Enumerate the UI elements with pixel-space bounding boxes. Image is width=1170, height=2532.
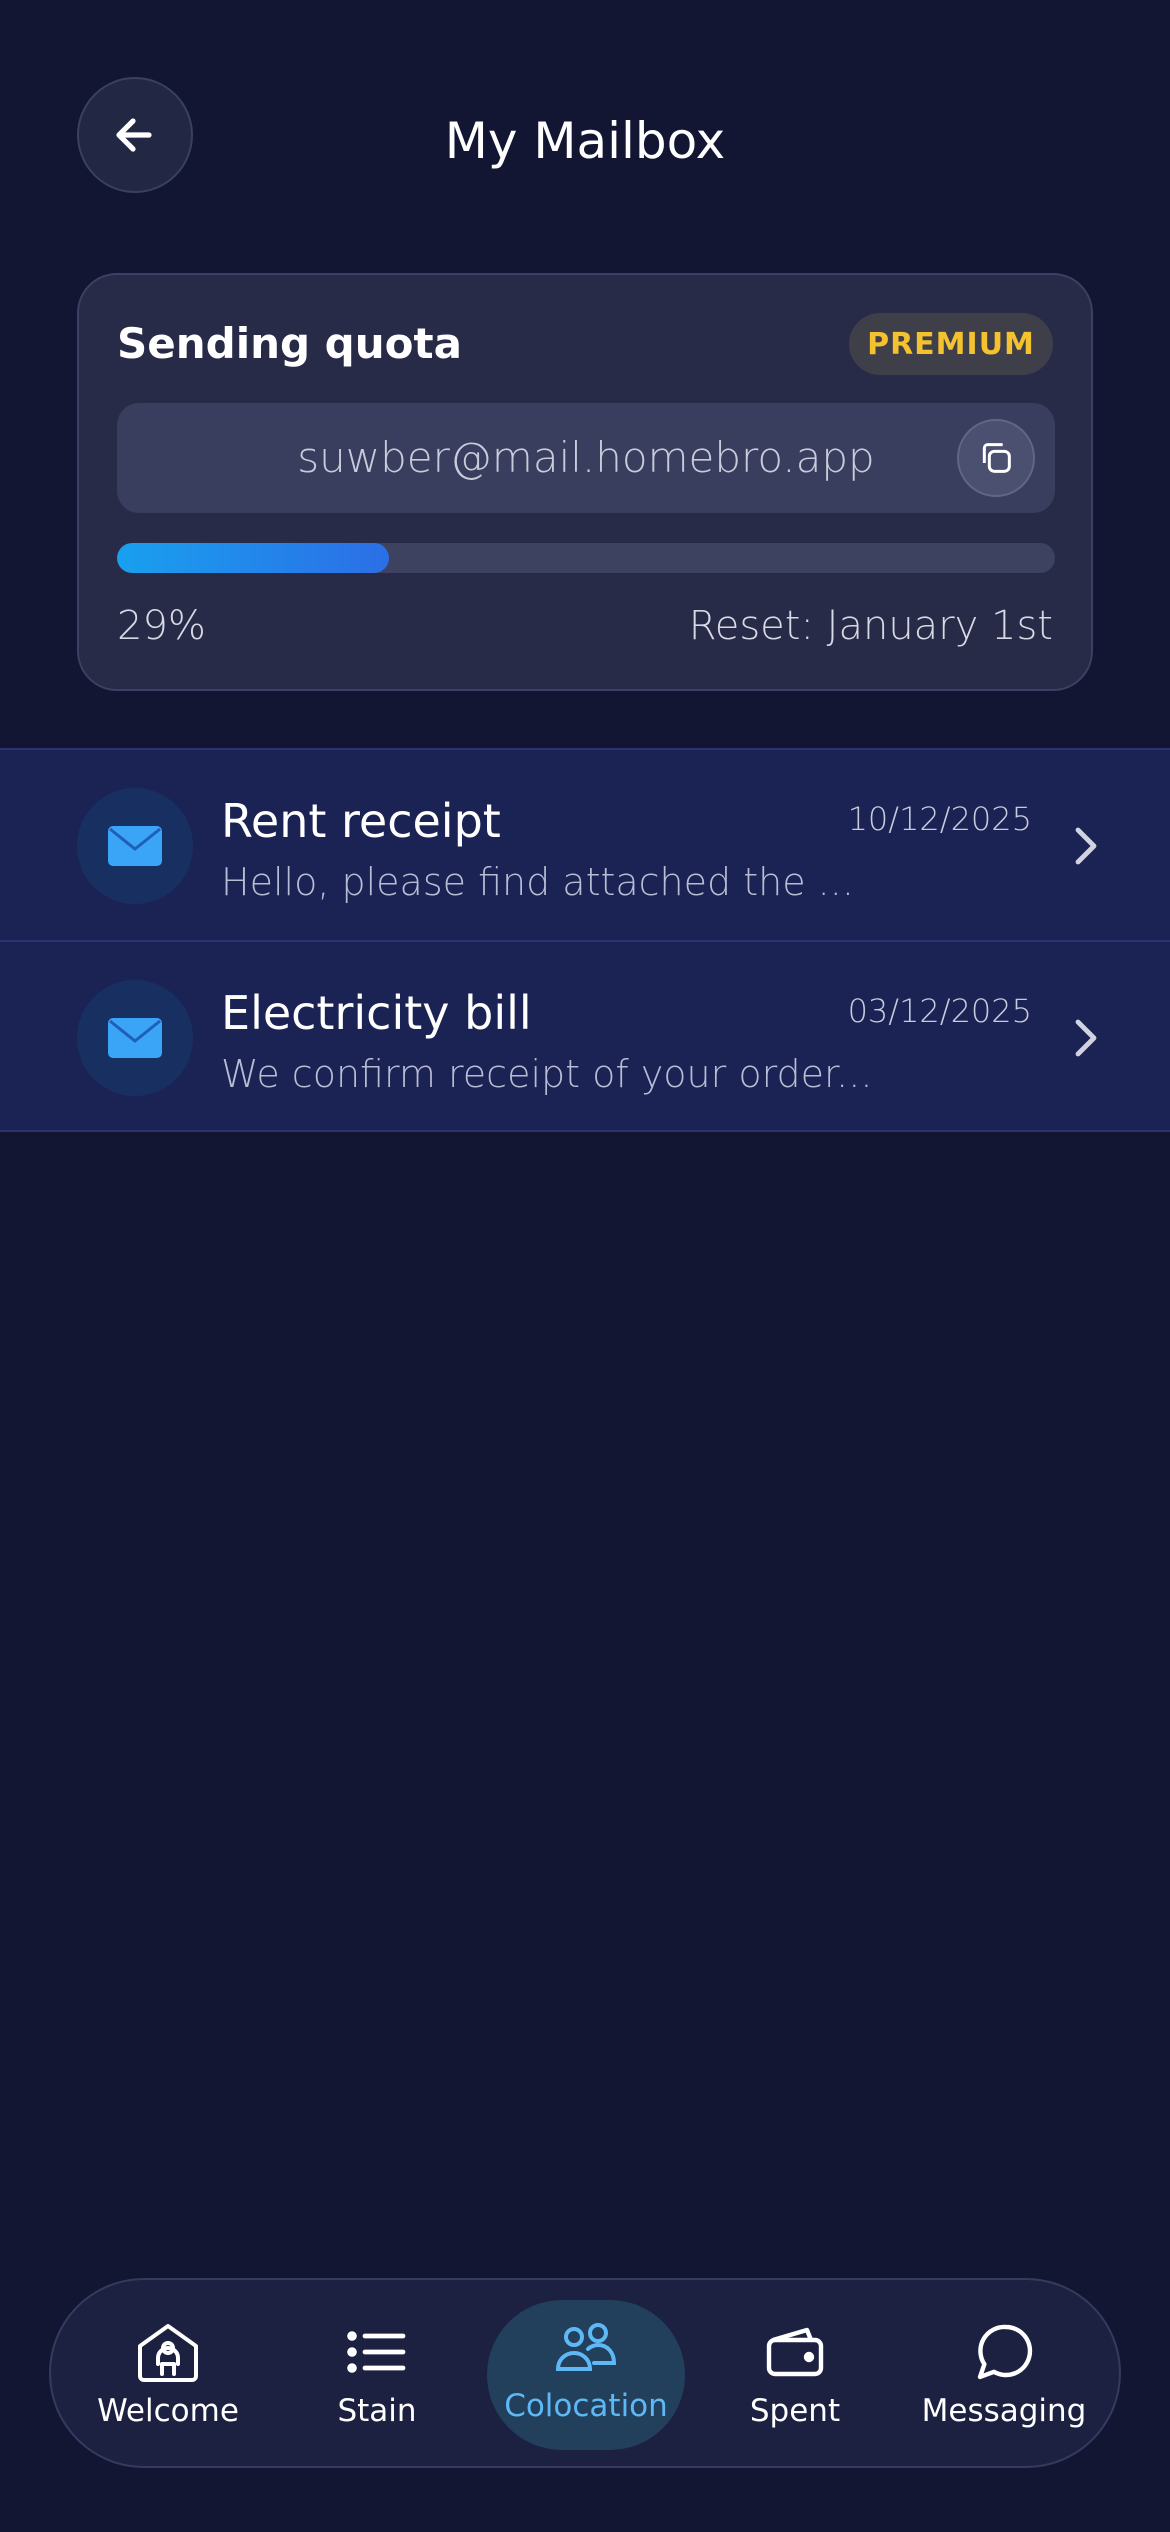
page-title: My Mailbox: [444, 112, 726, 170]
mail-avatar: [77, 788, 193, 904]
quota-title: Sending quota: [117, 319, 462, 368]
mail-list: Rent receipt Hello, please find attached…: [0, 748, 1170, 1132]
nav-item-colocation[interactable]: Colocation: [486, 2280, 686, 2466]
chevron-right-icon: [1075, 827, 1097, 865]
envelope-icon: [108, 826, 162, 866]
mail-subject: Electricity bill: [221, 986, 532, 1040]
nav-item-stain[interactable]: Stain: [277, 2280, 477, 2466]
mail-subject: Rent receipt: [221, 794, 501, 848]
email-address-box: suwber@mail.homebro.app: [117, 403, 1055, 513]
list-icon: [347, 2331, 406, 2373]
quota-reset-date: Reset: January 1st: [688, 603, 1053, 649]
house-icon: [138, 2324, 198, 2382]
chevron-right-icon: [1075, 1019, 1097, 1057]
nav-label: Spent: [749, 2393, 841, 2429]
email-address: suwber@mail.homebro.app: [297, 433, 875, 482]
header: My Mailbox: [0, 0, 1170, 220]
mail-list-item[interactable]: Electricity bill We confirm receipt of y…: [0, 940, 1170, 1132]
quota-percent: 29%: [117, 603, 206, 649]
quota-progress-bar: [117, 543, 1055, 573]
nav-item-welcome[interactable]: Welcome: [68, 2280, 268, 2466]
chat-bubble-icon: [977, 2324, 1033, 2380]
copy-icon: [982, 443, 1011, 473]
quota-card: Sending quota PREMIUM suwber@mail.homebr…: [77, 273, 1093, 691]
envelope-icon: [108, 1018, 162, 1058]
nav-item-spent[interactable]: Spent: [695, 2280, 895, 2466]
mail-date: 03/12/2025: [847, 992, 1032, 1030]
mail-preview: We confirm receipt of your order...: [221, 1052, 871, 1096]
nav-item-messaging[interactable]: Messaging: [904, 2280, 1104, 2466]
wallet-icon: [766, 2327, 824, 2377]
mail-avatar: [77, 980, 193, 1096]
bottom-nav: Welcome Stain Colocation Spent Messaging: [49, 2278, 1121, 2468]
nav-label: Colocation: [504, 2388, 668, 2424]
premium-badge: PREMIUM: [849, 313, 1053, 375]
quota-progress-fill: [117, 543, 390, 573]
people-icon: [555, 2323, 617, 2371]
nav-label: Stain: [337, 2393, 417, 2429]
mail-preview: Hello, please find attached the ...: [221, 860, 854, 904]
mail-date: 10/12/2025: [847, 800, 1032, 838]
copy-button[interactable]: [957, 419, 1035, 497]
nav-label: Welcome: [97, 2393, 239, 2429]
nav-label: Messaging: [921, 2393, 1087, 2429]
mail-list-item[interactable]: Rent receipt Hello, please find attached…: [0, 748, 1170, 940]
